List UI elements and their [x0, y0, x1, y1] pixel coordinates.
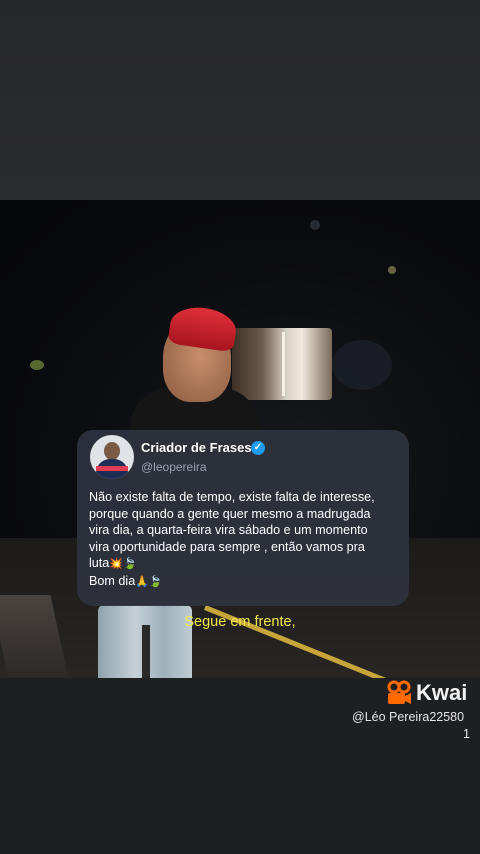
video-subtitle: Segue em frente, — [184, 614, 296, 630]
light-bokeh — [30, 360, 44, 370]
post-line: Bom dia — [89, 573, 136, 588]
post-text: Não existe falta de tempo, existe falta … — [89, 489, 407, 591]
quote-post-card: Criador de Frases ✓ @leopereira Não exis… — [77, 430, 409, 606]
verified-check-icon: ✓ — [251, 441, 265, 455]
post-line: Não existe falta de tempo, existe falta … — [89, 490, 375, 504]
light-bokeh — [310, 220, 320, 230]
post-line: vira oportunidade para sempre , então va… — [89, 539, 365, 554]
author-avatar[interactable] — [90, 435, 134, 479]
post-line: vira dia, a quarta-feira vira sábado e u… — [89, 523, 368, 538]
post-line: luta — [89, 556, 110, 571]
kwai-username-cont: 1 — [463, 727, 470, 741]
light-bokeh — [388, 266, 396, 274]
light-bokeh — [332, 340, 392, 390]
top-blank-area — [0, 0, 480, 200]
lit-building — [232, 328, 332, 400]
kwai-logo-icon — [387, 680, 411, 704]
kwai-brand: Kwai — [416, 680, 468, 705]
author-handle: @leopereira — [141, 460, 207, 474]
pray-leaf-emoji: 🙏🍃 — [135, 575, 163, 588]
author-name[interactable]: Criador de Frases — [141, 440, 252, 455]
explosion-leaf-emoji: 💥🍃 — [109, 558, 137, 571]
post-line: porque quando a gente quer mesmo a madru… — [89, 506, 371, 521]
kwai-username: @Léo Pereira22580 — [352, 710, 465, 724]
